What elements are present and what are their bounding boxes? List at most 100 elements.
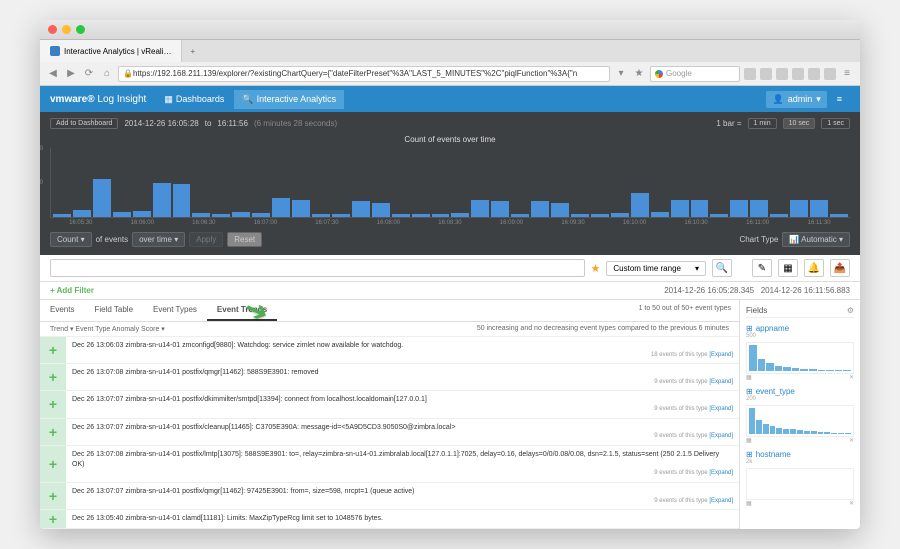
dashboard-button[interactable]: ▦ xyxy=(778,259,798,277)
chart-bar[interactable] xyxy=(591,214,609,217)
chart-bar[interactable] xyxy=(292,200,310,217)
tab-event-types[interactable]: Event Types xyxy=(143,300,207,321)
chart-bar[interactable] xyxy=(73,210,91,217)
extension-icon[interactable] xyxy=(744,68,756,80)
reader-button[interactable]: ▾ xyxy=(614,67,628,81)
tab-field-table[interactable]: Field Table xyxy=(84,300,143,321)
snapshot-button[interactable]: ✎ xyxy=(752,259,772,277)
favorite-icon[interactable]: ★ xyxy=(591,262,601,275)
chart-bar[interactable] xyxy=(471,200,489,217)
chart-bar[interactable] xyxy=(691,200,709,217)
chart-bar[interactable] xyxy=(252,213,270,217)
extension-icon[interactable] xyxy=(776,68,788,80)
tab-event-trends[interactable]: Event Trends xyxy=(207,300,277,321)
chart-bar[interactable] xyxy=(790,200,808,217)
chart-bar[interactable] xyxy=(511,214,529,217)
chart-bar[interactable] xyxy=(352,201,370,217)
chart-bar[interactable] xyxy=(491,201,509,217)
event-meta[interactable]: 9 events of this type [Expand] xyxy=(72,378,733,386)
event-meta[interactable]: 9 events of this type [Expand] xyxy=(72,405,733,413)
close-window-icon[interactable] xyxy=(48,25,57,34)
field-name[interactable]: appname xyxy=(746,324,854,333)
menu-button[interactable]: ≡ xyxy=(840,67,854,81)
scale-1min[interactable]: 1 min xyxy=(748,118,777,129)
search-button[interactable]: 🔍 xyxy=(712,259,732,277)
scale-10sec[interactable]: 10 sec xyxy=(783,118,816,129)
chart-bar[interactable] xyxy=(212,214,230,217)
chart-bar[interactable] xyxy=(392,214,410,217)
browser-tab[interactable]: Interactive Analytics | vReali… xyxy=(40,40,182,62)
event-meta[interactable]: 18 events of this type [Expand] xyxy=(72,351,733,359)
chart-bar[interactable] xyxy=(232,212,250,217)
chart-bar[interactable] xyxy=(113,212,131,217)
field-name[interactable]: hostname xyxy=(746,450,854,459)
chart-bar[interactable] xyxy=(173,184,191,217)
chart-bar[interactable] xyxy=(272,198,290,217)
chart-bar[interactable] xyxy=(551,203,569,217)
nav-interactive-analytics[interactable]: 🔍 Interactive Analytics xyxy=(234,90,344,109)
chart-bar[interactable] xyxy=(770,214,788,217)
minimize-window-icon[interactable] xyxy=(62,25,71,34)
chart-bar[interactable] xyxy=(412,214,430,217)
chart-bar[interactable] xyxy=(93,179,111,217)
chart-bar[interactable] xyxy=(571,214,589,217)
chart-bar[interactable] xyxy=(432,214,450,217)
metric-count-dropdown[interactable]: Count ▾ xyxy=(50,232,92,247)
apply-button[interactable]: Apply xyxy=(189,232,223,247)
field-name[interactable]: event_type xyxy=(746,387,854,396)
chart-bar[interactable] xyxy=(133,211,151,217)
event-meta[interactable]: 9 events of this type [Expand] xyxy=(72,469,733,477)
field-item[interactable]: event_type200▦✕ xyxy=(746,387,854,444)
new-tab-button[interactable]: + xyxy=(182,40,203,62)
tab-events[interactable]: Events xyxy=(40,300,84,321)
back-button[interactable]: ◀ xyxy=(46,67,60,81)
fields-settings-icon[interactable]: ⚙ xyxy=(847,306,854,315)
chart-bar[interactable] xyxy=(750,200,768,217)
add-to-dashboard-button[interactable]: Add to Dashboard xyxy=(50,118,118,129)
bookmark-button[interactable]: ★ xyxy=(632,67,646,81)
extension-icon[interactable] xyxy=(808,68,820,80)
chart-bar[interactable] xyxy=(671,200,689,217)
forward-button[interactable]: ▶ xyxy=(64,67,78,81)
settings-button[interactable]: ≡ xyxy=(829,90,850,108)
url-input[interactable]: 🔒 https://192.168.211.139/explorer/?exis… xyxy=(118,66,610,82)
maximize-window-icon[interactable] xyxy=(76,25,85,34)
chart-bar[interactable] xyxy=(810,200,828,217)
chart-bar[interactable] xyxy=(651,212,669,217)
chart-bar[interactable] xyxy=(153,183,171,218)
reset-button[interactable]: Reset xyxy=(227,232,262,247)
extension-icon[interactable] xyxy=(792,68,804,80)
sort-controls[interactable]: Trend ▾ Event Type Anomaly Score ▾ xyxy=(50,325,165,333)
event-meta[interactable]: 9 events of this type [Expand] xyxy=(72,432,733,440)
chart-bar[interactable] xyxy=(451,213,469,217)
reload-button[interactable]: ⟳ xyxy=(82,67,96,81)
chart-bar[interactable] xyxy=(531,201,549,217)
chart-bar[interactable] xyxy=(631,193,649,217)
nav-dashboards[interactable]: ▦ Dashboards xyxy=(156,90,232,109)
browser-search-input[interactable]: Google xyxy=(650,66,740,82)
chart-bar[interactable] xyxy=(312,214,330,217)
scale-1sec[interactable]: 1 sec xyxy=(821,118,850,129)
chart-bar[interactable] xyxy=(372,203,390,217)
event-meta[interactable]: 9 events of this type [Expand] xyxy=(72,497,733,505)
query-input[interactable] xyxy=(50,259,585,277)
chart-bar[interactable] xyxy=(332,214,350,217)
chart-bar[interactable] xyxy=(53,214,71,217)
share-button[interactable]: 📤 xyxy=(830,259,850,277)
event-count-chart[interactable]: 200 100 xyxy=(50,148,850,218)
extension-icon[interactable] xyxy=(824,68,836,80)
field-item[interactable]: appname500▦✕ xyxy=(746,324,854,381)
user-menu[interactable]: 👤 admin ▾ xyxy=(766,91,826,108)
chart-bar[interactable] xyxy=(730,200,748,217)
time-range-dropdown[interactable]: Custom time range▾ xyxy=(606,261,706,276)
home-button[interactable]: ⌂ xyxy=(100,67,114,81)
chart-bar[interactable] xyxy=(611,213,629,217)
add-filter-button[interactable]: + Add Filter xyxy=(50,286,94,295)
chart-bar[interactable] xyxy=(192,213,210,217)
chart-type-dropdown[interactable]: 📊 Automatic ▾ xyxy=(782,232,850,247)
alert-button[interactable]: 🔔 xyxy=(804,259,824,277)
extension-icon[interactable] xyxy=(760,68,772,80)
chart-bar[interactable] xyxy=(830,214,848,217)
over-time-dropdown[interactable]: over time ▾ xyxy=(132,232,185,247)
field-item[interactable]: hostname2k▦✕ xyxy=(746,450,854,507)
